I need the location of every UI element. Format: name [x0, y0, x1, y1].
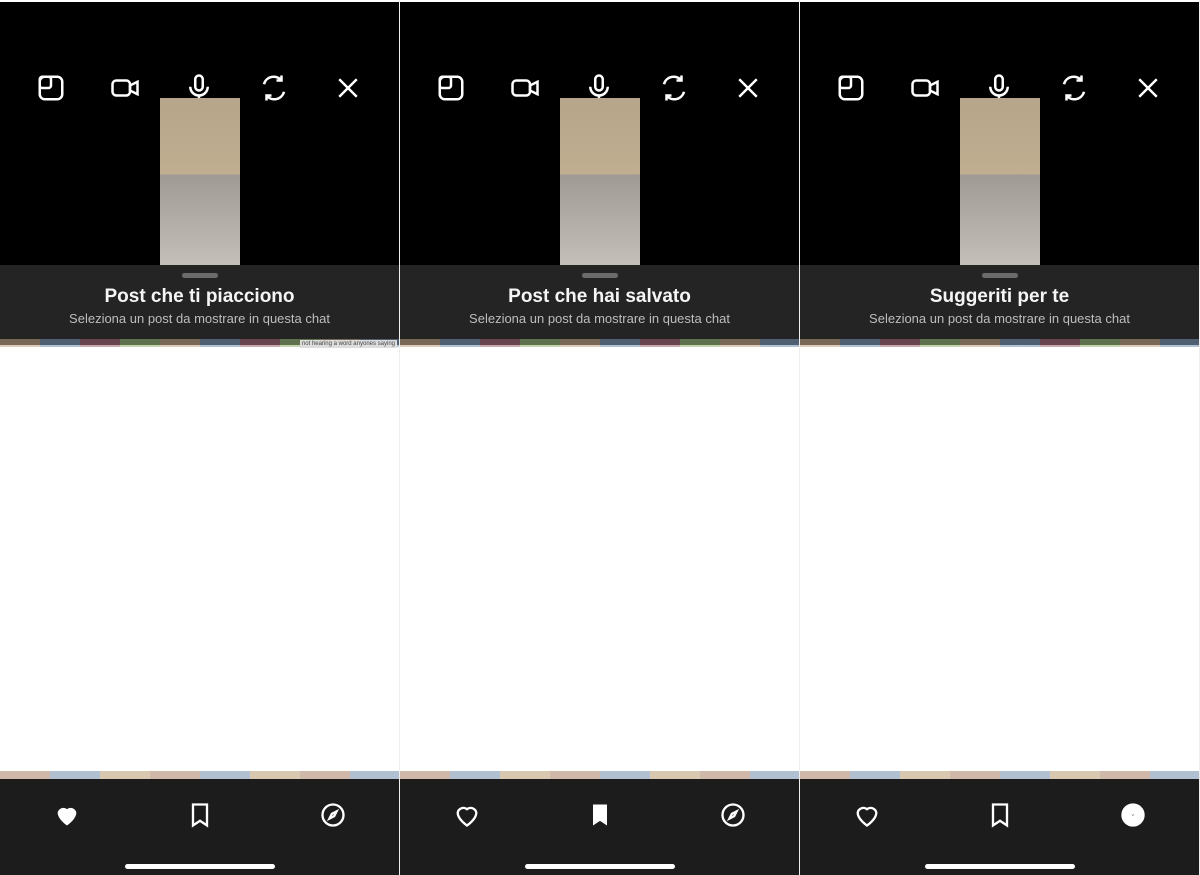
sheet-subtitle: Seleziona un post da mostrare in questa …	[0, 311, 399, 326]
tab-saved[interactable]	[550, 785, 650, 845]
self-video-preview	[960, 98, 1040, 267]
layout-button[interactable]	[23, 60, 79, 116]
layout-icon	[36, 73, 66, 103]
tab-liked[interactable]	[817, 785, 917, 845]
post-grid-bottom-sliver	[0, 771, 399, 779]
self-video-preview	[560, 98, 640, 267]
video-icon	[910, 73, 940, 103]
video-button[interactable]	[97, 60, 153, 116]
post-grid[interactable]	[400, 347, 799, 779]
sheet-subtitle: Seleziona un post da mostrare in questa …	[800, 311, 1199, 326]
video-button[interactable]	[897, 60, 953, 116]
close-icon	[1133, 73, 1163, 103]
bottom-sheet[interactable]: Post che hai salvato Seleziona un post d…	[400, 265, 799, 345]
flip-icon	[259, 73, 289, 103]
pane-suggested-posts: Suggeriti per te Seleziona un post da mo…	[800, 0, 1200, 875]
bookmark-icon	[586, 801, 614, 829]
tab-suggested[interactable]	[1083, 785, 1183, 845]
layout-button[interactable]	[423, 60, 479, 116]
compass-icon	[1119, 801, 1147, 829]
tab-saved[interactable]	[950, 785, 1050, 845]
post-grid-bottom-sliver	[400, 771, 799, 779]
heart-icon	[53, 801, 81, 829]
video-call-area	[0, 2, 399, 267]
bookmark-icon	[986, 801, 1014, 829]
post-grid[interactable]	[0, 347, 399, 779]
post-grid-top-sliver	[400, 339, 799, 347]
tab-suggested[interactable]	[683, 785, 783, 845]
home-indicator[interactable]	[125, 864, 275, 869]
video-call-area	[400, 2, 799, 267]
compass-icon	[319, 801, 347, 829]
sheet-grabber[interactable]	[982, 273, 1018, 278]
home-indicator[interactable]	[525, 864, 675, 869]
home-bar-bg	[400, 851, 799, 875]
sheet-grabber[interactable]	[182, 273, 218, 278]
post-grid-bottom-sliver	[800, 771, 1199, 779]
tab-suggested[interactable]	[283, 785, 383, 845]
tab-saved[interactable]	[150, 785, 250, 845]
sheet-tabbar	[400, 779, 799, 851]
video-call-area	[800, 2, 1199, 267]
sheet-grabber[interactable]	[582, 273, 618, 278]
flip-icon	[1059, 73, 1089, 103]
home-bar-bg	[800, 851, 1199, 875]
sheet-title: Post che hai salvato	[400, 286, 799, 308]
tab-liked[interactable]	[17, 785, 117, 845]
video-icon	[110, 73, 140, 103]
thumbnail-caption: not hearing a word anyones saying	[300, 340, 397, 348]
bookmark-icon	[186, 801, 214, 829]
home-bar-bg	[0, 851, 399, 875]
layout-icon	[436, 73, 466, 103]
pane-liked-posts: Post che ti piacciono Seleziona un post …	[0, 0, 400, 875]
layout-icon	[836, 73, 866, 103]
layout-button[interactable]	[823, 60, 879, 116]
bottom-sheet[interactable]: Post che ti piacciono Seleziona un post …	[0, 265, 399, 345]
flip-camera-button[interactable]	[1046, 60, 1102, 116]
tab-liked[interactable]	[417, 785, 517, 845]
close-button[interactable]	[1120, 60, 1176, 116]
video-icon	[510, 73, 540, 103]
bottom-sheet[interactable]: Suggeriti per te Seleziona un post da mo…	[800, 265, 1199, 345]
post-grid-top-sliver	[800, 339, 1199, 347]
flip-camera-button[interactable]	[246, 60, 302, 116]
heart-icon	[453, 801, 481, 829]
sheet-tabbar	[0, 779, 399, 851]
close-button[interactable]	[320, 60, 376, 116]
sheet-tabbar	[800, 779, 1199, 851]
heart-icon	[853, 801, 881, 829]
flip-icon	[659, 73, 689, 103]
sheet-title: Suggeriti per te	[800, 286, 1199, 308]
sheet-title: Post che ti piacciono	[0, 286, 399, 308]
home-indicator[interactable]	[925, 864, 1075, 869]
flip-camera-button[interactable]	[646, 60, 702, 116]
sheet-subtitle: Seleziona un post da mostrare in questa …	[400, 311, 799, 326]
close-icon	[333, 73, 363, 103]
close-button[interactable]	[720, 60, 776, 116]
compass-icon	[719, 801, 747, 829]
video-button[interactable]	[497, 60, 553, 116]
close-icon	[733, 73, 763, 103]
self-video-preview	[160, 98, 240, 267]
post-grid[interactable]	[800, 347, 1199, 779]
pane-saved-posts: Post che hai salvato Seleziona un post d…	[400, 0, 800, 875]
